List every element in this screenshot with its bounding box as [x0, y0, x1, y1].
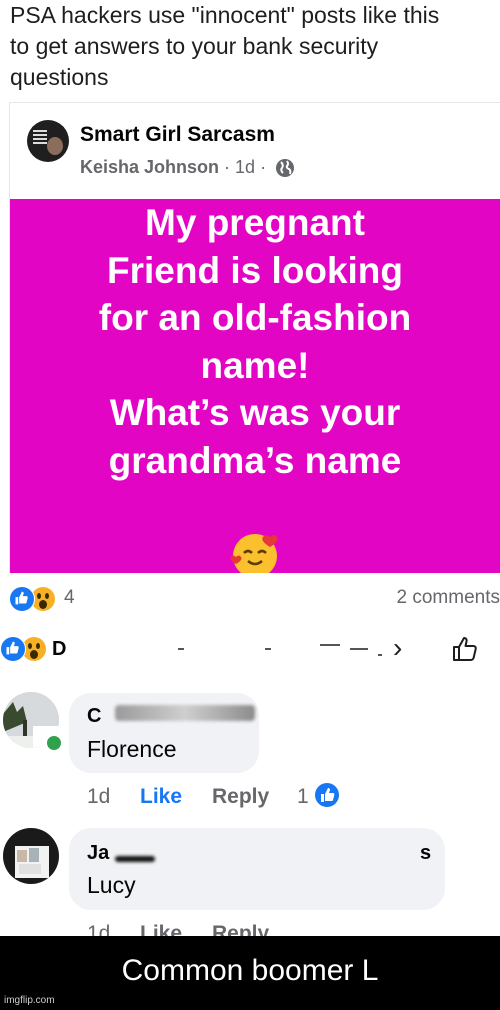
post-meta: Keisha Johnson · 1d ·: [80, 157, 295, 178]
smiling-face-with-hearts-icon: [230, 534, 278, 573]
comment-text: Florence: [87, 736, 177, 762]
like-reaction-icon: [0, 636, 26, 662]
headline-line-2: to get answers to your bank security: [10, 33, 379, 59]
post-line-1: My pregnant: [145, 202, 365, 243]
comment-like-count[interactable]: 1: [297, 785, 309, 809]
comment-actions: 1d Like Reply 1: [87, 785, 347, 815]
post-stats: 4 2 comments: [9, 586, 500, 612]
commenter-name[interactable]: C: [87, 705, 101, 728]
like-reaction-icon[interactable]: [315, 783, 339, 807]
page-name[interactable]: Smart Girl Sarcasm: [80, 123, 275, 147]
comment-actions: 1d Like Reply: [87, 922, 347, 936]
comment-time[interactable]: 1d: [87, 785, 110, 809]
headline: PSA hackers use "innocent" posts like th…: [10, 0, 490, 93]
post-line-4: name!: [200, 344, 310, 386]
chevron-right-icon[interactable]: ›: [393, 632, 402, 664]
reaction-icons[interactable]: [9, 586, 56, 612]
post-background: My pregnant Friend is looking for an old…: [10, 199, 500, 573]
post-line-3: for an old-fashion: [98, 297, 412, 338]
avatar-face: [47, 137, 63, 155]
redacted-name: [115, 705, 255, 721]
avatar-text-lines: [33, 130, 47, 132]
strip-reaction-icons[interactable]: [0, 636, 47, 662]
thumbs-up-outline-icon[interactable]: [450, 634, 480, 664]
comments-count[interactable]: 2 comments: [397, 587, 500, 609]
page-avatar[interactable]: [27, 120, 69, 162]
comment-like-button[interactable]: Like: [140, 785, 182, 809]
strip-text-fragment: [350, 648, 368, 650]
post-text: My pregnant Friend is looking for an old…: [10, 199, 500, 484]
commenter-avatar[interactable]: [3, 828, 59, 884]
post-line-5: What’s was your: [109, 392, 401, 433]
reactions-strip: D ›: [0, 626, 500, 674]
headline-line-1: PSA hackers use "innocent" posts like th…: [10, 2, 440, 28]
comment-reply-button[interactable]: Reply: [212, 785, 269, 809]
strip-text-fragment: [178, 648, 184, 650]
meta-separator-2: ·: [260, 157, 267, 177]
post-author[interactable]: Keisha Johnson: [80, 157, 219, 178]
comment-like-button[interactable]: Like: [140, 922, 182, 936]
meta-separator: ·: [224, 157, 231, 177]
comment-text: Lucy: [87, 872, 136, 898]
comment-time[interactable]: 1d: [87, 922, 110, 936]
headline-line-3: questions: [10, 64, 109, 90]
redacted-name: [115, 856, 155, 862]
watermark: imgflip.com: [4, 995, 55, 1006]
avatar-photo: [3, 828, 59, 884]
comment-reply-button[interactable]: Reply: [212, 922, 269, 936]
strip-text: D: [52, 638, 67, 660]
commenter-name-end: s: [420, 842, 432, 864]
online-status-indicator: [44, 733, 64, 753]
like-reaction-icon: [9, 586, 35, 612]
strip-text-fragment: [320, 644, 340, 646]
globe-icon: [276, 158, 295, 177]
strip-text-fragment: [265, 648, 271, 650]
meme-caption: Common boomer L: [121, 954, 379, 987]
post-line-2: Friend is looking: [106, 249, 404, 291]
reaction-count[interactable]: 4: [64, 587, 75, 609]
post-line-6: grandma’s name: [108, 439, 402, 481]
commenter-name[interactable]: Ja: [87, 842, 109, 865]
post-card: Smart Girl Sarcasm Keisha Johnson · 1d ·…: [9, 102, 500, 573]
post-time[interactable]: 1d: [235, 157, 255, 178]
strip-text-fragment: [378, 654, 382, 656]
